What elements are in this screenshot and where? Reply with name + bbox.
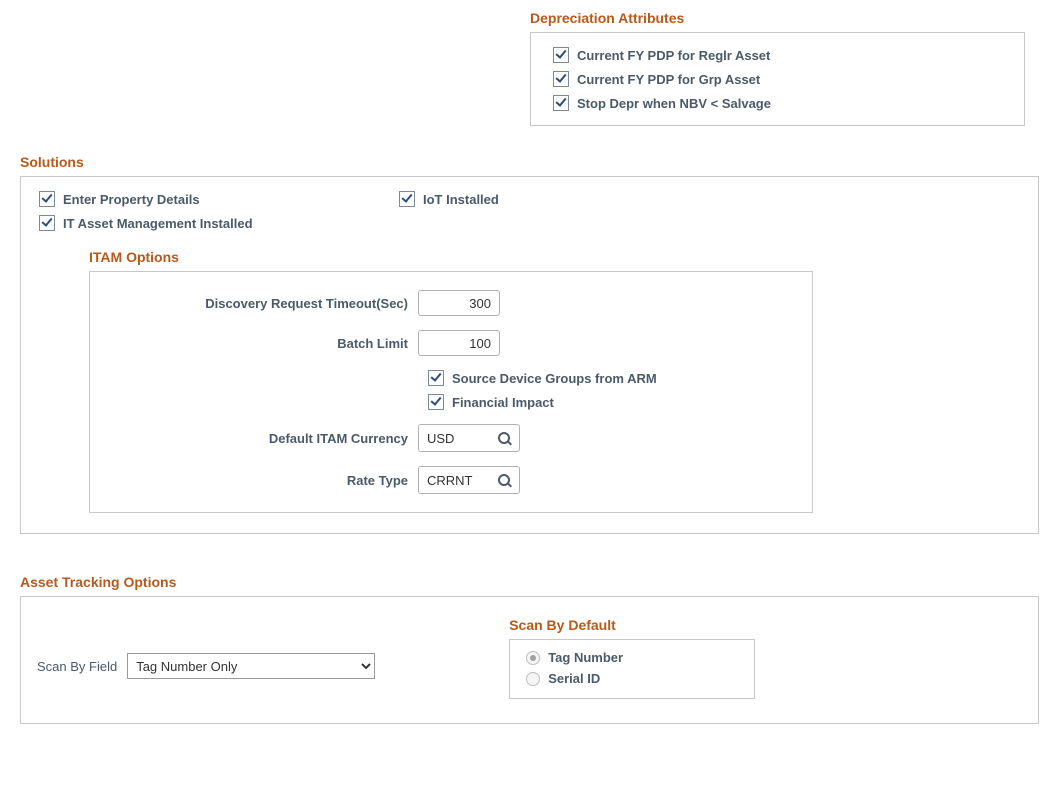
batch-limit-input[interactable]: [418, 330, 500, 356]
scan-by-field-label: Scan By Field: [31, 617, 127, 674]
checkbox-enter-property[interactable]: [39, 191, 55, 207]
rate-type-label: Rate Type: [110, 473, 418, 488]
checkbox-row-financial-impact: Financial Impact: [428, 394, 792, 410]
default-currency-input[interactable]: [419, 425, 489, 451]
itam-options-title: ITAM Options: [89, 249, 1020, 265]
solutions-title: Solutions: [20, 154, 1039, 170]
checkbox-label: Current FY PDP for Grp Asset: [577, 72, 760, 87]
checkbox-row-itam-installed: IT Asset Management Installed: [39, 215, 399, 231]
discovery-timeout-input[interactable]: [418, 290, 500, 316]
checkbox-label: IoT Installed: [423, 192, 499, 207]
default-currency-lookup-button[interactable]: [489, 425, 519, 451]
checkbox-row-current-fy-reglr: Current FY PDP for Reglr Asset: [553, 47, 1006, 63]
checkbox-label: Financial Impact: [452, 395, 554, 410]
depreciation-attributes-title: Depreciation Attributes: [530, 10, 1025, 26]
radio-row-serial-id: Serial ID: [526, 671, 738, 686]
radio-tag-number[interactable]: [526, 651, 540, 665]
checkbox-itam-installed[interactable]: [39, 215, 55, 231]
solutions-section: Solutions Enter Property Details IT Asse…: [20, 154, 1039, 534]
rate-type-lookup-button[interactable]: [489, 467, 519, 493]
rate-type-lookup: [418, 466, 520, 494]
checkbox-current-fy-grp[interactable]: [553, 71, 569, 87]
checkbox-label: Current FY PDP for Reglr Asset: [577, 48, 770, 63]
solutions-box: Enter Property Details IT Asset Manageme…: [20, 176, 1039, 534]
checkbox-iot-installed[interactable]: [399, 191, 415, 207]
scan-by-default-title: Scan By Default: [509, 617, 755, 633]
checkbox-current-fy-reglr[interactable]: [553, 47, 569, 63]
asset-tracking-section: Asset Tracking Options Scan By Field Tag…: [20, 574, 1039, 724]
checkbox-row-stop-depr: Stop Depr when NBV < Salvage: [553, 95, 1006, 111]
checkbox-financial-impact[interactable]: [428, 394, 444, 410]
form-row-rate-type: Rate Type: [110, 466, 792, 494]
search-icon: [498, 474, 511, 487]
default-currency-lookup: [418, 424, 520, 452]
rate-type-input[interactable]: [419, 467, 489, 493]
checkbox-label: Stop Depr when NBV < Salvage: [577, 96, 771, 111]
scan-by-default-box: Tag Number Serial ID: [509, 639, 755, 699]
scan-by-default-section: Scan By Default Tag Number Serial ID: [509, 617, 755, 699]
default-currency-label: Default ITAM Currency: [110, 431, 418, 446]
form-row-default-currency: Default ITAM Currency: [110, 424, 792, 452]
scan-by-field-select[interactable]: Tag Number Only: [127, 653, 375, 679]
checkbox-row-iot-installed: IoT Installed: [399, 191, 499, 207]
form-row-discovery-timeout: Discovery Request Timeout(Sec): [110, 290, 792, 316]
itam-options-box: Discovery Request Timeout(Sec) Batch Lim…: [89, 271, 813, 513]
checkbox-row-current-fy-grp: Current FY PDP for Grp Asset: [553, 71, 1006, 87]
checkbox-label: Enter Property Details: [63, 192, 200, 207]
form-row-batch-limit: Batch Limit: [110, 330, 792, 356]
asset-tracking-box: Scan By Field Tag Number Only Scan By De…: [20, 596, 1039, 724]
depreciation-attributes-section: Depreciation Attributes Current FY PDP f…: [530, 10, 1025, 126]
discovery-timeout-label: Discovery Request Timeout(Sec): [110, 296, 418, 311]
asset-tracking-title: Asset Tracking Options: [20, 574, 1039, 590]
checkbox-label: IT Asset Management Installed: [63, 216, 253, 231]
depreciation-attributes-box: Current FY PDP for Reglr Asset Current F…: [530, 32, 1025, 126]
checkbox-label: Source Device Groups from ARM: [452, 371, 657, 386]
radio-row-tag-number: Tag Number: [526, 650, 738, 665]
checkbox-source-device[interactable]: [428, 370, 444, 386]
batch-limit-label: Batch Limit: [110, 336, 418, 351]
solutions-top-row: Enter Property Details IT Asset Manageme…: [39, 191, 1020, 231]
radio-label: Serial ID: [548, 671, 600, 686]
search-icon: [498, 432, 511, 445]
checkbox-row-enter-property: Enter Property Details: [39, 191, 399, 207]
checkbox-row-source-device: Source Device Groups from ARM: [428, 370, 792, 386]
checkbox-stop-depr[interactable]: [553, 95, 569, 111]
radio-label: Tag Number: [548, 650, 623, 665]
radio-serial-id[interactable]: [526, 672, 540, 686]
